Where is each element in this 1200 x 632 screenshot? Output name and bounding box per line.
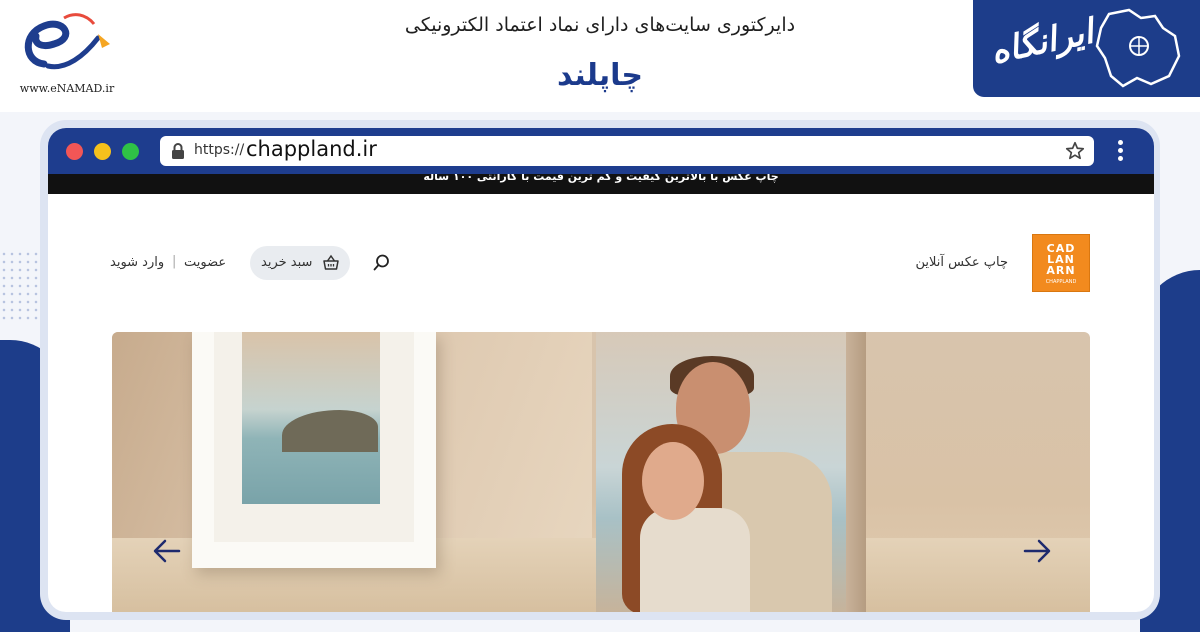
irangah-brand[interactable]: ایرانگاه: [970, 0, 1200, 100]
woman-face: [642, 442, 704, 520]
logo-mark-text: CAD LAN ARN: [1046, 242, 1076, 277]
directory-banner: www.eNAMAD.ir دایرکتوری سایت‌های دارای ن…: [0, 0, 1200, 112]
irangah-brand-text: ایرانگاه: [987, 11, 1097, 73]
address-bar[interactable]: https:// chappland.ir: [160, 136, 1094, 166]
browser-toolbar: https:// chappland.ir: [48, 128, 1154, 174]
slider-next-arrow-icon[interactable]: [1022, 538, 1052, 564]
seascape-photo: [242, 332, 380, 504]
site-header: وارد شوید | عضویت سبد خرید چاپ عکس آنلای…: [48, 194, 1154, 324]
announcement-strip: چاپ عکس با بالاترین کیفیت و کم ترین قیمت…: [48, 174, 1154, 194]
basket-icon: [323, 254, 339, 270]
cart-label: سبد خرید: [261, 255, 313, 270]
site-name-heading: چاپلند: [557, 58, 643, 93]
decorative-dots: [0, 250, 40, 320]
framed-print-image: [192, 332, 436, 568]
browser-window: https:// chappland.ir چاپ عکس با بالاتری…: [48, 128, 1154, 612]
search-icon[interactable]: [372, 253, 392, 273]
canvas-edge: [846, 332, 866, 612]
maximize-window-dot[interactable]: [122, 143, 139, 160]
minimize-window-dot[interactable]: [94, 143, 111, 160]
enamad-caption: www.eNAMAD.ir: [19, 82, 115, 95]
hero-slider[interactable]: [112, 332, 1090, 612]
chappland-logo[interactable]: CAD LAN ARN CHAPPLAND: [1032, 234, 1090, 292]
enamad-e-icon: [24, 13, 110, 70]
woman-figure: [640, 508, 750, 612]
url-domain: chappland.ir: [246, 137, 377, 161]
enamad-logo[interactable]: www.eNAMAD.ir: [8, 4, 118, 100]
cliff-shape: [282, 410, 378, 452]
announcement-text: چاپ عکس با بالاترین کیفیت و کم ترین قیمت…: [423, 174, 779, 183]
register-link[interactable]: عضویت: [184, 255, 226, 270]
cart-button[interactable]: سبد خرید: [250, 246, 350, 280]
url-protocol: https://: [194, 142, 245, 158]
logo-wordmark: CHAPPLAND: [1045, 279, 1077, 285]
close-window-dot[interactable]: [66, 143, 83, 160]
iran-map-icon: [1095, 8, 1181, 88]
login-link[interactable]: وارد شوید: [110, 255, 164, 270]
kebab-menu-icon[interactable]: [1118, 140, 1123, 164]
frame-mat: [214, 332, 414, 542]
lock-icon: [172, 143, 184, 159]
directory-title: دایرکتوری سایت‌های دارای نماد اعتماد الک…: [404, 14, 796, 36]
auth-separator: |: [172, 254, 177, 269]
star-icon[interactable]: [1064, 140, 1086, 162]
slider-prev-arrow-icon[interactable]: [152, 538, 182, 564]
site-tagline: چاپ عکس آنلاین: [915, 255, 1008, 270]
